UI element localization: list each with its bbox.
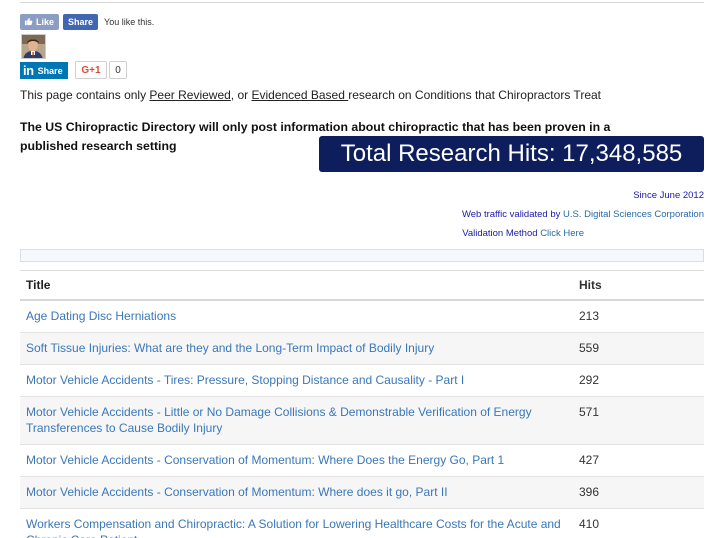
article-link[interactable]: Workers Compensation and Chiropractic: A… xyxy=(20,516,573,538)
validated-by-text: Web traffic validated by xyxy=(461,209,564,220)
facebook-share-button[interactable]: Share xyxy=(63,13,99,30)
article-link[interactable]: Motor Vehicle Accidents - Conservation o… xyxy=(20,484,573,500)
facebook-like-button[interactable]: Like xyxy=(20,13,60,30)
like-status-text: You like this. xyxy=(104,16,155,27)
evidenced-based-link[interactable]: Evidenced Based xyxy=(251,88,348,102)
hit-count: 292 xyxy=(579,373,600,387)
article-link[interactable]: Soft Tissue Injuries: What are they and … xyxy=(20,340,573,356)
validation-line: Web traffic validated by U.S. Digital Sc… xyxy=(462,209,704,220)
hit-count: 427 xyxy=(579,453,600,467)
article-link[interactable]: Motor Vehicle Accidents - Tires: Pressur… xyxy=(20,372,573,388)
table-row: Soft Tissue Injuries: What are they and … xyxy=(20,333,704,365)
linkedin-icon: in xyxy=(23,63,34,78)
hit-count: 559 xyxy=(579,341,600,355)
person-photo-icon xyxy=(22,35,45,58)
research-table: Title Hits Age Dating Disc Herniations 2… xyxy=(20,270,704,538)
thumbs-up-icon xyxy=(24,17,33,26)
peer-reviewed-link[interactable]: Peer Reviewed xyxy=(149,88,230,102)
hit-count: 571 xyxy=(579,405,600,419)
since-date: Since June 2012 xyxy=(633,190,704,201)
table-row: Motor Vehicle Accidents - Conservation o… xyxy=(20,445,704,477)
title-column-header[interactable]: Title xyxy=(20,278,573,292)
validation-method-text: Validation Method xyxy=(462,228,541,239)
table-row: Motor Vehicle Accidents - Little or No D… xyxy=(20,397,704,445)
intro-middle: , or xyxy=(230,88,252,102)
table-row: Age Dating Disc Herniations 213 xyxy=(20,301,704,333)
article-link[interactable]: Motor Vehicle Accidents - Little or No D… xyxy=(20,404,573,436)
hits-column-header[interactable]: Hits xyxy=(573,278,704,292)
top-divider xyxy=(20,2,704,3)
table-header-row: Title Hits xyxy=(20,271,704,301)
total-hits-banner: Total Research Hits: 17,348,585 xyxy=(319,136,704,172)
hit-count: 396 xyxy=(579,485,600,499)
google-plus-count: 0 xyxy=(109,61,127,79)
share-label: Share xyxy=(68,16,94,27)
table-row: Motor Vehicle Accidents - Conservation o… xyxy=(20,477,704,509)
validator-link[interactable]: U.S. Digital Sciences Corporation xyxy=(563,209,704,220)
article-link[interactable]: Motor Vehicle Accidents - Conservation o… xyxy=(20,452,573,468)
article-link[interactable]: Age Dating Disc Herniations xyxy=(20,308,573,324)
intro-suffix: research on Conditions that Chiropractor… xyxy=(348,88,601,102)
validation-method-line: Validation Method Click Here xyxy=(462,228,584,239)
google-plus-button[interactable]: G+1 xyxy=(75,61,107,79)
click-here-link[interactable]: Click Here xyxy=(540,228,584,239)
user-avatar[interactable] xyxy=(21,34,46,59)
intro-prefix: This page contains only xyxy=(20,88,150,102)
hit-count: 213 xyxy=(579,309,600,323)
table-row: Motor Vehicle Accidents - Tires: Pressur… xyxy=(20,365,704,397)
like-label: Like xyxy=(36,16,55,27)
table-row: Workers Compensation and Chiropractic: A… xyxy=(20,509,704,538)
hit-count: 410 xyxy=(579,517,600,531)
facebook-widget: Like Share You like this. xyxy=(20,13,154,30)
intro-text: This page contains only Peer Reviewed, o… xyxy=(20,88,601,102)
since-text: Since June 2012 xyxy=(633,190,704,201)
linkedin-share-button[interactable]: in Share xyxy=(20,62,68,79)
info-bar xyxy=(20,249,704,262)
linkedin-share-label: Share xyxy=(37,65,63,76)
